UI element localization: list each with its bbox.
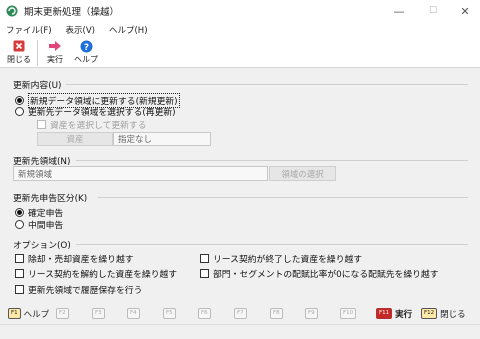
destination-field: 新規領域 [13,166,268,181]
f2-tag: F2 [56,308,69,319]
radio-button[interactable] [15,220,24,229]
checkbox[interactable] [15,269,24,278]
radio-button[interactable] [15,107,24,116]
f1-label: ヘルプ [23,309,50,320]
close-window-button[interactable]: ✕ [450,0,480,22]
asset-value-field: 指定なし [113,132,211,146]
f11-run-key[interactable]: F11 実行 [376,308,412,320]
minimize-button[interactable]: — [382,0,416,22]
option-label: 部門・セグメントの配賦比率が0になる配賦先を繰り越す [213,270,439,280]
section-divider [76,160,468,161]
status-bar [0,324,480,339]
option-carry-lease-cancelled[interactable]: リース契約を解約した資産を繰り越す [15,267,177,280]
update-content-title: 更新内容(U) [13,81,62,91]
filing-title: 更新先申告区分(K) [13,194,88,204]
help-icon: ? [79,39,93,53]
select-area-button[interactable]: 領域の選択 [269,166,336,181]
run-button-label: 実行 [47,55,63,64]
checkbox[interactable] [37,120,46,129]
f11-tag: F11 [376,308,393,319]
f12-close-key[interactable]: F12 閉じる [421,308,466,320]
f10-key[interactable]: F10 [340,308,357,319]
f4-key[interactable]: F4 [127,308,140,319]
f12-label: 閉じる [440,309,466,320]
help-button[interactable]: ? ヘルプ [71,38,101,65]
section-divider [66,84,468,85]
radio-button[interactable] [15,96,24,105]
f7-tag: F7 [234,308,247,319]
close-icon [12,39,26,53]
radio-reupdate-label: 更新先データ領域を選択する(再更新) [28,108,176,118]
f5-key[interactable]: F5 [163,308,176,319]
close-button-label: 閉じる [7,55,31,64]
f7-key[interactable]: F7 [234,308,247,319]
option-label: 更新先領域で履歴保存を行う [28,286,143,296]
section-divider [98,197,468,198]
select-asset-checkbox[interactable]: 資産を選択して更新する [37,118,147,131]
select-asset-label: 資産を選択して更新する [50,121,147,131]
option-carry-lease-ended[interactable]: リース契約が終了した資産を繰り越す [200,252,362,265]
f3-tag: F3 [92,308,105,319]
f8-key[interactable]: F8 [270,308,283,319]
f12-tag: F12 [421,308,438,319]
checkbox[interactable] [15,254,24,263]
f9-key[interactable]: F9 [305,308,318,319]
radio-button[interactable] [15,208,24,217]
svg-text:?: ? [83,42,88,52]
option-save-history[interactable]: 更新先領域で履歴保存を行う [15,283,142,296]
app-icon [6,5,18,17]
menu-file[interactable]: ファイル(F) [6,24,52,36]
checkbox[interactable] [200,254,209,263]
f1-help-key[interactable]: F1 ヘルプ [8,308,49,320]
f3-key[interactable]: F3 [92,308,105,319]
help-button-label: ヘルプ [74,55,98,64]
f11-label: 実行 [395,309,413,320]
menu-help[interactable]: ヘルプ(H) [109,24,148,36]
section-divider [76,244,468,245]
f10-tag: F10 [340,308,357,319]
f6-tag: F6 [198,308,211,319]
f1-tag: F1 [8,308,21,319]
window-title: 期末更新処理（操越） [24,7,120,18]
run-button[interactable]: 実行 [40,38,70,65]
option-label: リース契約を解約した資産を繰り越す [28,270,178,280]
radio-interim-filing[interactable]: 中間申告 [15,218,63,231]
title-bar: 期末更新処理（操越） — ☐ ✕ [0,0,480,22]
option-label: 除却・売却資産を繰り越す [28,255,134,265]
option-carry-disposed[interactable]: 除却・売却資産を繰り越す [15,252,134,265]
f5-tag: F5 [163,308,176,319]
function-key-bar: F1 ヘルプ F2 F3 F4 F5 F6 F7 F8 F9 F10 F11 実… [0,304,480,323]
menu-bar: ファイル(F) 表示(V) ヘルプ(H) [0,22,480,38]
toolbar: 閉じる 実行 ? ヘルプ [0,38,480,68]
options-title: オプション(O) [13,241,71,251]
menu-view[interactable]: 表示(V) [66,24,95,36]
f9-tag: F9 [305,308,318,319]
checkbox[interactable] [200,269,209,278]
f4-tag: F4 [127,308,140,319]
f6-key[interactable]: F6 [198,308,211,319]
checkbox[interactable] [15,285,24,294]
arrow-right-icon [48,39,62,53]
f2-key[interactable]: F2 [56,308,69,319]
asset-button[interactable]: 資産 [37,132,113,146]
f8-tag: F8 [270,308,283,319]
toolbar-separator [37,40,38,66]
maximize-button[interactable]: ☐ [416,0,450,22]
option-carry-zero-allocation[interactable]: 部門・セグメントの配賦比率が0になる配賦先を繰り越す [200,267,439,280]
close-button[interactable]: 閉じる [4,38,34,65]
option-label: リース契約が終了した資産を繰り越す [213,255,363,265]
radio-reupdate[interactable]: 更新先データ領域を選択する(再更新) [15,105,176,118]
radio-interim-filing-label: 中間申告 [28,221,64,231]
